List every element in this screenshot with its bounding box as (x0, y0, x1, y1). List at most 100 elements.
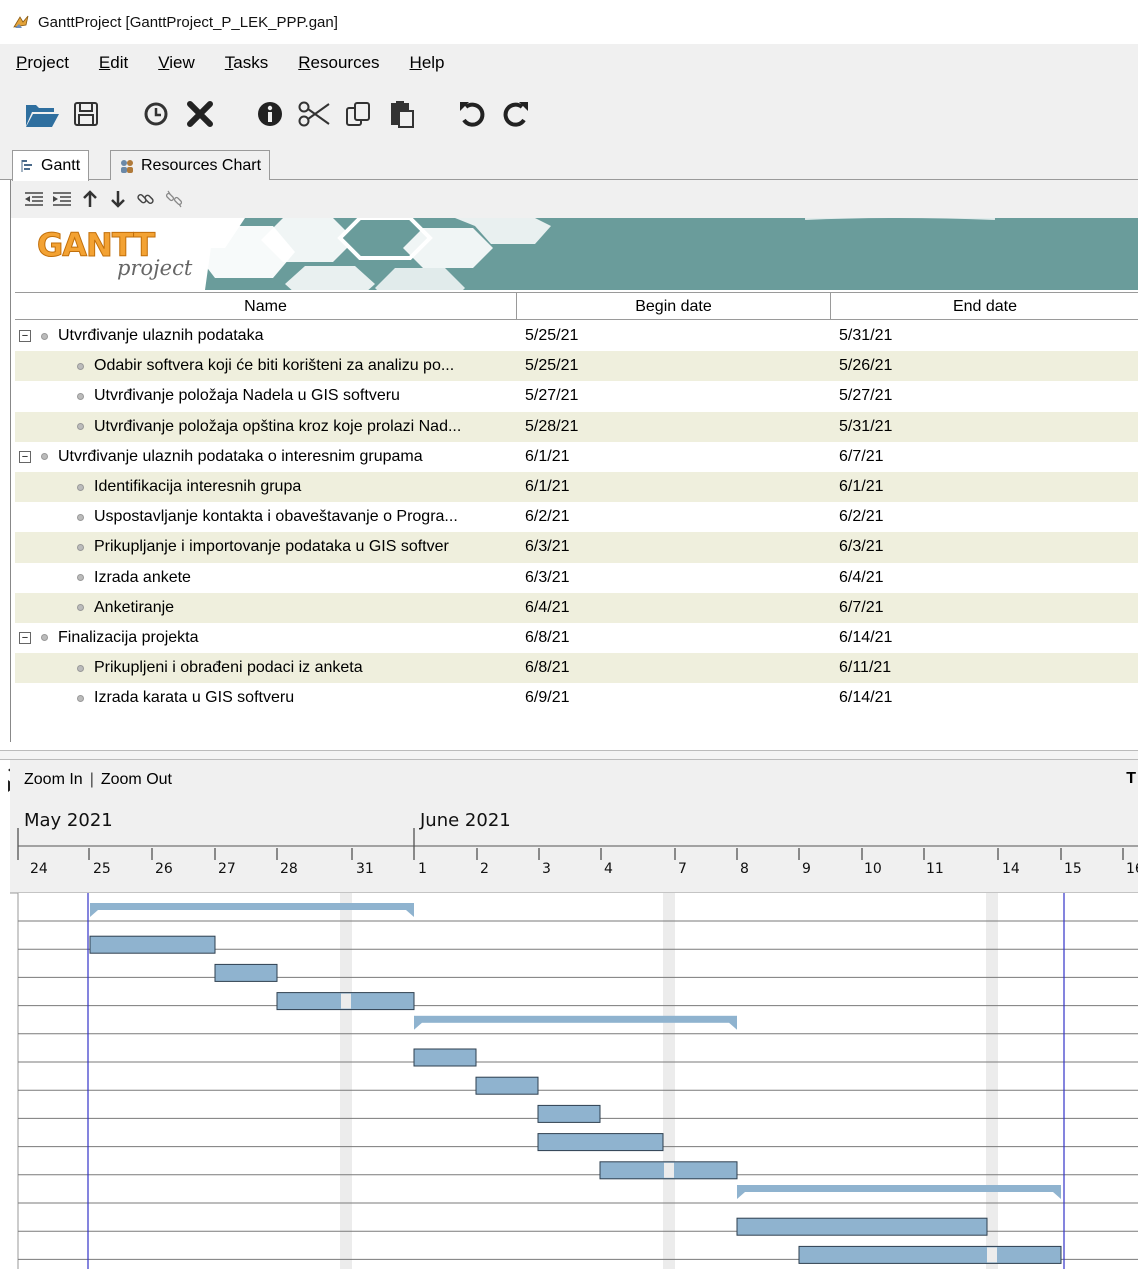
paste-button[interactable] (380, 92, 424, 136)
collapse-toggle-icon[interactable]: − (19, 450, 31, 463)
task-begin-date[interactable]: 6/3/21 (517, 538, 831, 556)
task-end-date[interactable]: 6/1/21 (831, 478, 1138, 496)
task-name-cell[interactable]: Uspostavljanje kontakta i obaveštavanje … (15, 502, 517, 532)
task-begin-date[interactable]: 5/25/21 (517, 327, 831, 345)
zoom-in-link[interactable]: Zoom In (24, 771, 83, 789)
link-tasks-button[interactable] (135, 188, 157, 210)
task-begin-date[interactable]: 5/28/21 (517, 418, 831, 436)
task-end-date[interactable]: 6/11/21 (831, 659, 1138, 677)
task-bullet-icon (41, 332, 48, 340)
task-row[interactable]: Anketiranje 6/4/21 6/7/21 (15, 592, 1138, 623)
task-begin-date[interactable]: 5/27/21 (517, 387, 831, 405)
task-end-date[interactable]: 5/31/21 (831, 418, 1138, 436)
task-name-cell[interactable]: Izrada karata u GIS softveru (15, 683, 517, 713)
properties-button[interactable] (248, 92, 292, 136)
outdent-button[interactable] (23, 188, 45, 210)
menu-view[interactable]: View (154, 49, 199, 77)
history-button[interactable] (134, 92, 178, 136)
menu-edit[interactable]: Edit (95, 49, 132, 77)
menu-resources[interactable]: Resources (294, 49, 383, 77)
task-begin-date[interactable]: 6/4/21 (517, 599, 831, 617)
task-begin-date[interactable]: 6/1/21 (517, 478, 831, 496)
task-row[interactable]: Prikupljeni i obrađeni podaci iz anketa 6… (15, 653, 1138, 684)
open-project-button[interactable] (20, 92, 64, 136)
task-begin-date[interactable]: 6/8/21 (517, 629, 831, 647)
column-header-name[interactable]: Name (15, 293, 517, 320)
task-bar[interactable] (214, 963, 278, 982)
task-name-cell[interactable]: − Utvrđivanje ulaznih podataka (15, 321, 517, 351)
move-down-button[interactable] (107, 188, 129, 210)
task-name-cell[interactable]: − Finalizacija projekta (15, 623, 517, 653)
task-row[interactable]: Izrada karata u GIS softveru 6/9/21 6/14/2… (15, 683, 1138, 713)
gantt-timeline: May 2021 June 2021 24 25 26 27 28 31 1 2 3 4 7 8 9 10 11… (10, 800, 1138, 1269)
task-end-date[interactable]: 6/7/21 (831, 599, 1138, 617)
summary-task-row[interactable]: − Finalizacija projekta 6/8/21 6/14/21 (15, 623, 1138, 653)
summary-task-row[interactable]: − Utvrđivanje ulaznih podataka 5/25/21 5/31… (15, 321, 1138, 351)
task-end-date[interactable]: 5/31/21 (831, 327, 1138, 345)
save-project-button[interactable] (64, 92, 108, 136)
task-name-cell[interactable]: Utvrđivanje položaja opština kroz koje p… (15, 412, 517, 442)
task-begin-date[interactable]: 6/3/21 (517, 569, 831, 587)
task-name-cell[interactable]: Utvrđivanje položaja Nadela u GIS softve… (15, 381, 517, 411)
task-bar[interactable] (413, 1048, 477, 1067)
undo-button[interactable] (450, 92, 494, 136)
task-name-cell[interactable]: Prikupljanje i importovanje podataka u G… (15, 532, 517, 562)
task-bar[interactable] (736, 1217, 988, 1236)
summary-task-row[interactable]: − Utvrđivanje ulaznih podataka o interesn… (15, 442, 1138, 472)
menu-help[interactable]: Help (406, 49, 449, 77)
summary-task-bar[interactable] (737, 1185, 1061, 1192)
task-name-cell[interactable]: − Utvrđivanje ulaznih podataka o interesn… (15, 442, 517, 472)
task-begin-date[interactable]: 5/25/21 (517, 357, 831, 375)
task-name-cell[interactable]: Anketiranje (15, 593, 517, 623)
task-end-date[interactable]: 6/3/21 (831, 538, 1138, 556)
tab-gantt[interactable]: Gantt (12, 150, 90, 181)
task-name: Prikupljanje i importovanje podataka u G… (94, 538, 449, 556)
task-bar[interactable] (475, 1076, 539, 1095)
task-row[interactable]: Izrada ankete 6/3/21 6/4/21 (15, 563, 1138, 593)
collapse-toggle-icon[interactable]: − (19, 631, 31, 644)
task-name-cell[interactable]: Izrada ankete (15, 563, 517, 593)
task-bar[interactable] (537, 1104, 601, 1123)
task-name-cell[interactable]: Odabir softvera koji će biti korišteni z… (15, 351, 517, 381)
task-row[interactable]: Utvrđivanje položaja opština kroz koje p… (15, 411, 1138, 442)
redo-button[interactable] (494, 92, 538, 136)
task-begin-date[interactable]: 6/9/21 (517, 689, 831, 707)
unlink-tasks-button[interactable] (163, 188, 185, 210)
column-header-begin-date[interactable]: Begin date (517, 293, 831, 320)
task-bar[interactable] (798, 1245, 1062, 1264)
task-end-date[interactable]: 6/7/21 (831, 448, 1138, 466)
day-label: 16 (1126, 861, 1138, 877)
task-name-cell[interactable]: Identifikacija interesnih grupa (15, 472, 517, 502)
menu-tasks[interactable]: Tasks (221, 49, 272, 77)
zoom-out-link[interactable]: Zoom Out (101, 771, 172, 789)
collapse-toggle-icon[interactable]: − (19, 330, 31, 343)
task-row[interactable]: Odabir softvera koji će biti korišteni z… (15, 351, 1138, 382)
cut-button[interactable] (292, 92, 336, 136)
task-begin-date[interactable]: 6/2/21 (517, 508, 831, 526)
indent-button[interactable] (51, 188, 73, 210)
delete-button[interactable] (178, 92, 222, 136)
task-name-cell[interactable]: Prikupljeni i obrađeni podaci iz anketa (15, 653, 517, 683)
column-header-end-date[interactable]: End date (831, 293, 1138, 320)
summary-task-bar[interactable] (414, 1015, 737, 1023)
task-row[interactable]: Uspostavljanje kontakta i obaveštavanje … (15, 502, 1138, 532)
task-end-date[interactable]: 6/2/21 (831, 508, 1138, 526)
menu-project[interactable]: Project (12, 49, 73, 77)
move-up-button[interactable] (79, 188, 101, 210)
task-begin-date[interactable]: 6/8/21 (517, 659, 831, 677)
task-end-date[interactable]: 5/27/21 (831, 387, 1138, 405)
task-row[interactable]: Identifikacija interesnih grupa 6/1/21 6/1… (15, 471, 1138, 503)
tab-resources-chart[interactable]: Resources Chart (110, 150, 271, 180)
copy-button[interactable] (336, 92, 380, 136)
task-row[interactable]: Utvrđivanje položaja Nadela u GIS softve… (15, 381, 1138, 411)
summary-task-bar[interactable] (90, 903, 414, 910)
task-bar[interactable] (89, 935, 216, 954)
panel-splitter[interactable] (0, 750, 1138, 760)
task-end-date[interactable]: 6/14/21 (831, 629, 1138, 647)
task-end-date[interactable]: 6/4/21 (831, 569, 1138, 587)
task-begin-date[interactable]: 6/1/21 (517, 448, 831, 466)
task-row[interactable]: Prikupljanje i importovanje podataka u G… (15, 532, 1138, 563)
task-bar[interactable] (537, 1133, 664, 1152)
task-end-date[interactable]: 6/14/21 (831, 689, 1138, 707)
task-end-date[interactable]: 5/26/21 (831, 357, 1138, 375)
